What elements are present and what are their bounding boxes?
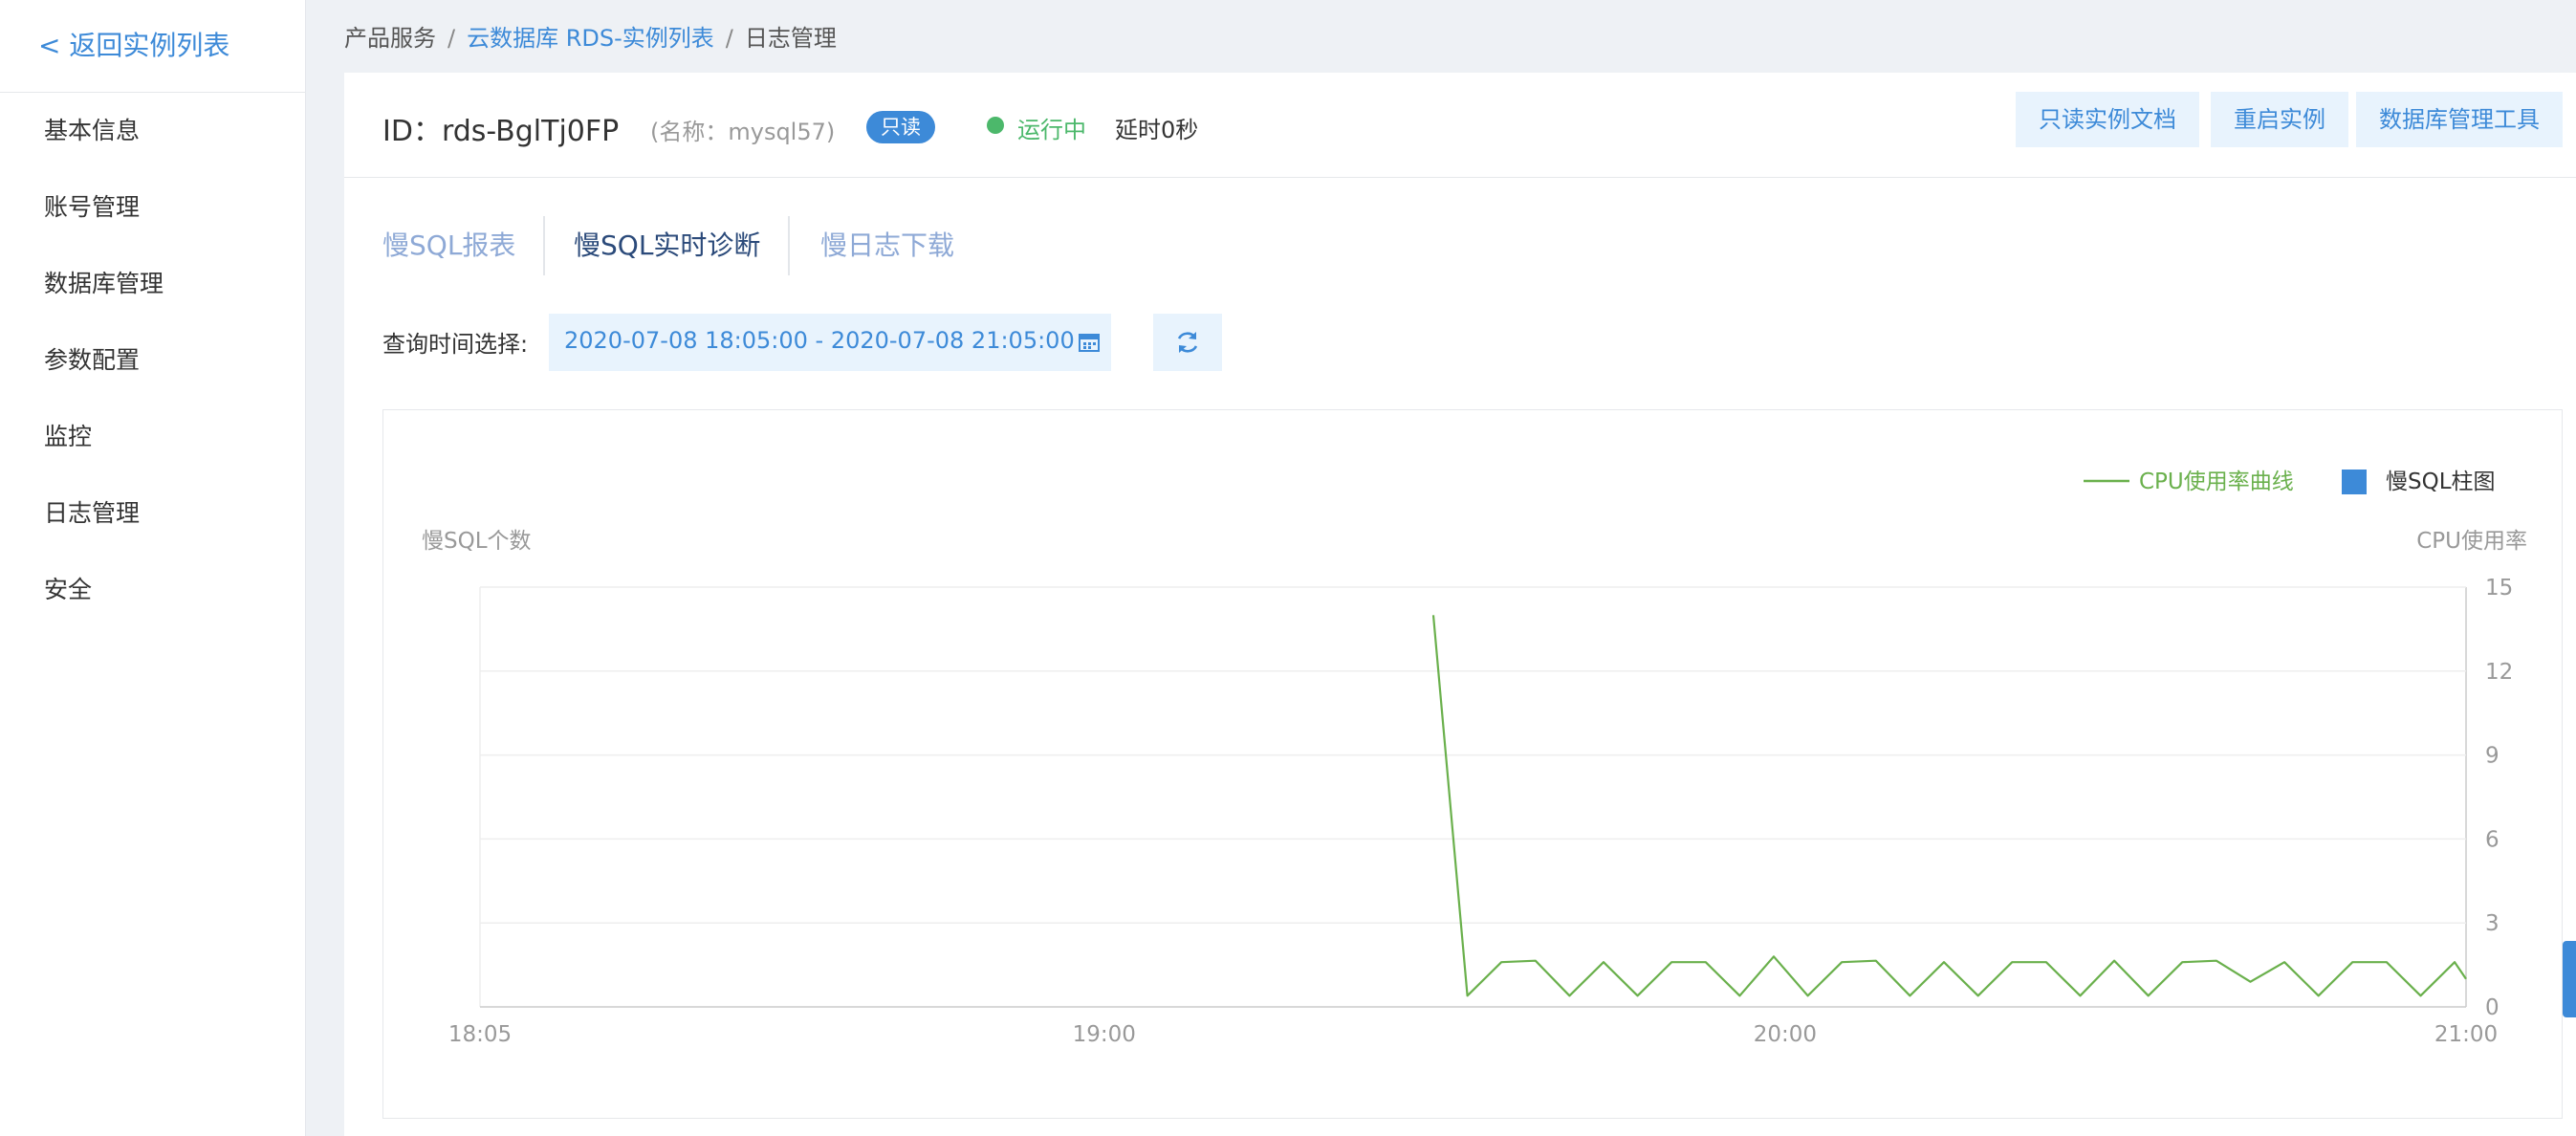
slow-sql-chart-svg: CPU使用率曲线 慢SQL柱图 慢SQL个数 CPU使用率 0 3 6 9 12 15 1… xyxy=(422,470,2527,1047)
sidebar-item-database-management[interactable]: 数据库管理 xyxy=(0,260,306,337)
sidebar-item-parameter-config[interactable]: 参数配置 xyxy=(0,337,306,413)
tab-slow-sql-realtime-diagnosis[interactable]: 慢SQL实时诊断 xyxy=(574,216,760,275)
breadcrumb-current-log-management: 日志管理 xyxy=(744,25,837,52)
read-only-badge: 只读 xyxy=(866,111,935,143)
slow-sql-chart: CPU使用率曲线 慢SQL柱图 慢SQL个数 CPU使用率 0 3 6 9 12 15 1… xyxy=(382,409,2563,1119)
x-tick-label: 18:05 xyxy=(448,1022,512,1047)
breadcrumb: 产品服务 / 云数据库 RDS-实例列表 / 日志管理 xyxy=(344,19,837,53)
x-tick-label: 20:00 xyxy=(1754,1022,1817,1047)
tab-slow-sql-report[interactable]: 慢SQL报表 xyxy=(382,216,515,275)
y-tick-label: 12 xyxy=(2485,660,2513,685)
status-dot-icon xyxy=(987,117,1004,134)
sidebar-item-log-management[interactable]: 日志管理 xyxy=(0,490,306,566)
instance-id: ID：rds-BglTj0FP xyxy=(382,115,620,148)
y-tick-label: 15 xyxy=(2485,576,2513,601)
x-tick-label: 19:00 xyxy=(1073,1022,1136,1047)
y-tick-label: 6 xyxy=(2485,827,2500,852)
legend-cpu-label: CPU使用率曲线 xyxy=(2139,470,2294,494)
refresh-icon xyxy=(1177,332,1198,353)
breadcrumb-product-services[interactable]: 产品服务 xyxy=(344,25,436,52)
sidebar-divider xyxy=(0,92,306,93)
query-time-label: 查询时间选择: xyxy=(382,331,529,358)
y-axis-right-label: CPU使用率 xyxy=(2416,529,2527,554)
y-tick-label: 3 xyxy=(2485,911,2500,936)
calendar-icon xyxy=(1079,334,1100,352)
read-only-instance-docs-button[interactable]: 只读实例文档 xyxy=(2016,92,2199,147)
sidebar-item-security[interactable]: 安全 xyxy=(0,566,306,643)
breadcrumb-rds-instance-list[interactable]: 云数据库 RDS-实例列表 xyxy=(467,25,714,52)
sidebar-item-basic-info[interactable]: 基本信息 xyxy=(0,107,306,184)
restart-instance-button[interactable]: 重启实例 xyxy=(2211,92,2348,147)
sidebar-item-account-management[interactable]: 账号管理 xyxy=(0,184,306,260)
replication-delay: 延时0秒 xyxy=(1115,117,1199,143)
legend-slow-sql-label: 慢SQL柱图 xyxy=(2386,470,2496,494)
y-tick-label: 9 xyxy=(2485,744,2500,769)
date-range-picker[interactable]: 2020-07-08 18:05:00 - 2020-07-08 21:05:0… xyxy=(549,314,1111,371)
sidebar: < 返回实例列表 基本信息 账号管理 数据库管理 参数配置 监控 日志管理 安全 xyxy=(0,0,306,1136)
date-range-value: 2020-07-08 18:05:00 - 2020-07-08 21:05:0… xyxy=(564,327,1075,354)
tab-divider xyxy=(788,216,790,275)
scrollbar-handle[interactable] xyxy=(2563,941,2576,1017)
breadcrumb-separator: / xyxy=(725,25,733,52)
y-axis-left-label: 慢SQL个数 xyxy=(422,529,532,554)
sidebar-nav: 基本信息 账号管理 数据库管理 参数配置 监控 日志管理 安全 xyxy=(0,107,306,643)
y-tick-label: 0 xyxy=(2485,995,2500,1020)
content-panel: 慢SQL报表 慢SQL实时诊断 慢日志下载 查询时间选择: 2020-07-08… xyxy=(344,178,2576,1136)
sidebar-item-monitoring[interactable]: 监控 xyxy=(0,413,306,490)
x-tick-label: 21:00 xyxy=(2434,1022,2498,1047)
legend-slow-sql-bar-swatch xyxy=(2342,470,2367,494)
instance-status: 运行中 xyxy=(1017,117,1086,143)
instance-name: (名称：mysql57) xyxy=(650,119,836,145)
tab-divider xyxy=(543,216,545,275)
refresh-button[interactable] xyxy=(1153,314,1222,371)
breadcrumb-separator: / xyxy=(448,25,456,52)
back-to-instance-list-link[interactable]: < 返回实例列表 xyxy=(38,25,229,63)
database-management-tool-button[interactable]: 数据库管理工具 xyxy=(2356,92,2563,147)
cpu-usage-line xyxy=(1431,615,2467,997)
tab-slow-log-download[interactable]: 慢日志下载 xyxy=(820,216,954,275)
instance-header: ID：rds-BglTj0FP (名称：mysql57) 只读 运行中 延时0秒… xyxy=(344,73,2576,178)
